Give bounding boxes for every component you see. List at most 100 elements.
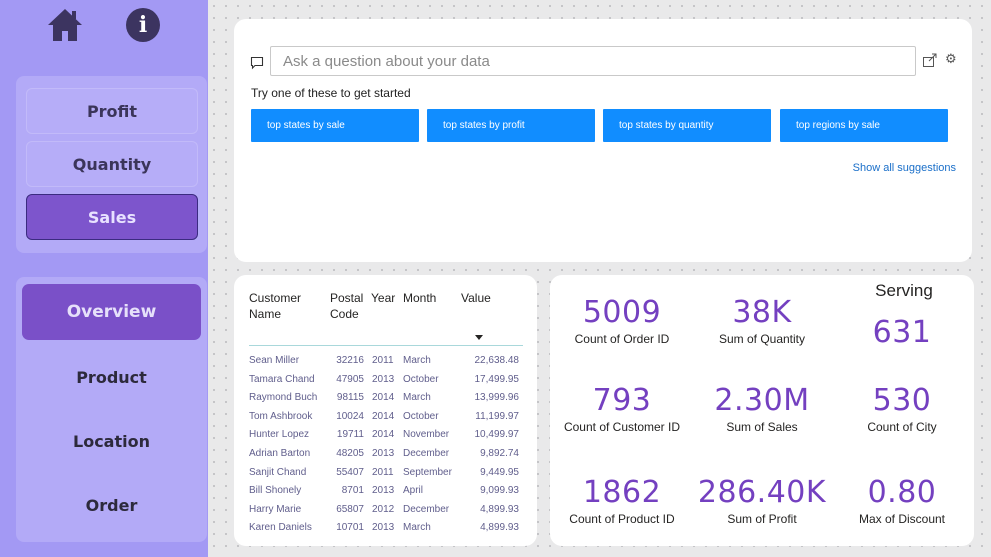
- kpi-card: 286.40K Sum of Profit: [692, 475, 832, 526]
- cell-month: September: [403, 466, 452, 478]
- cell-postal-code: 32216: [336, 355, 364, 366]
- kpi-card: 5009 Count of Order ID: [552, 295, 692, 346]
- kpi-label: Count of Order ID: [574, 332, 670, 346]
- kpi-card: 793 Count of Customer ID: [552, 383, 692, 434]
- cell-year: 2014: [372, 410, 395, 422]
- cell-month: October: [403, 410, 439, 422]
- sort-descending-icon[interactable]: [475, 335, 483, 340]
- cell-year: 2013: [372, 448, 395, 459]
- sales-button[interactable]: Sales: [26, 194, 198, 240]
- cell-year: 2013: [372, 373, 395, 385]
- nav-product-button[interactable]: Product: [22, 349, 201, 405]
- suggestion-button[interactable]: top states by profit: [427, 109, 595, 142]
- cell-value: 9,099.93: [480, 485, 519, 497]
- qa-question-input[interactable]: Ask a question about your data: [270, 46, 916, 76]
- cell-postal-code: 47905: [336, 373, 364, 385]
- nav-overview-button[interactable]: Overview: [22, 284, 201, 340]
- kpi-value: 286.40K: [697, 475, 827, 510]
- cell-value: 17,499.95: [474, 373, 520, 385]
- column-header-customer-name[interactable]: Customer Name: [249, 290, 301, 322]
- cell-value: 9,449.95: [480, 466, 519, 478]
- chat-icon: [250, 56, 264, 70]
- cell-postal-code: 19711: [336, 429, 364, 441]
- table-row[interactable]: Tamara Chand 47905 2013 October 17,499.95: [249, 374, 523, 392]
- cell-customer-name: Adrian Barton: [249, 448, 311, 459]
- cell-postal-code: 48205: [336, 448, 364, 459]
- kpi-value: 530: [872, 383, 932, 418]
- cell-customer-name: Tom Ashbrook: [249, 410, 313, 422]
- suggestion-button[interactable]: top states by sale: [251, 109, 419, 142]
- profit-button[interactable]: Profit: [26, 88, 198, 134]
- column-header-postal-code[interactable]: Postal Code: [330, 290, 363, 322]
- cell-customer-name: Karen Daniels: [249, 522, 312, 534]
- column-header-year[interactable]: Year: [371, 290, 395, 306]
- cell-year: 2011: [372, 466, 394, 478]
- table-row[interactable]: Hunter Lopez 19711 2014 November 10,499.97: [249, 429, 523, 447]
- cell-month: October: [403, 373, 439, 385]
- table-row[interactable]: Tom Ashbrook 10024 2014 October 11,199.97: [249, 411, 523, 429]
- gear-icon[interactable]: ⚙: [945, 52, 957, 68]
- kpi-card: 1862 Count of Product ID: [552, 475, 692, 526]
- cell-year: 2013: [372, 485, 395, 497]
- cell-value: 4,899.93: [480, 522, 519, 534]
- cell-year: 2013: [372, 522, 395, 534]
- cell-customer-name: Sanjit Chand: [249, 466, 307, 478]
- table-row[interactable]: Sean Miller 32216 2011 March 22,638.48: [249, 355, 523, 373]
- cell-customer-name: Hunter Lopez: [249, 429, 310, 441]
- share-icon[interactable]: [922, 52, 938, 68]
- cell-year: 2011: [372, 355, 394, 366]
- sidebar: i Profit Quantity Sales Overview Product…: [0, 0, 208, 557]
- show-all-suggestions-link[interactable]: Show all suggestions: [853, 162, 956, 174]
- column-header-value[interactable]: Value: [461, 290, 491, 306]
- home-icon[interactable]: [46, 6, 84, 44]
- qa-prompt-text: Try one of these to get started: [251, 86, 411, 100]
- cell-year: 2012: [372, 503, 395, 515]
- cell-customer-name: Tamara Chand: [249, 373, 315, 385]
- kpi-card: 2.30M Sum of Sales: [692, 383, 832, 434]
- cell-customer-name: Bill Shonely: [249, 485, 302, 497]
- table-row[interactable]: Sanjit Chand 55407 2011 September 9,449.95: [249, 467, 523, 485]
- cell-month: November: [403, 429, 450, 441]
- nav-order-button[interactable]: Order: [22, 477, 201, 533]
- table-row[interactable]: Raymond Buch 98115 2014 March 13,999.96: [249, 392, 523, 410]
- table-row[interactable]: Harry Marie 65807 2012 December 4,899.93: [249, 504, 523, 522]
- nav-location-button[interactable]: Location: [22, 413, 201, 469]
- column-header-month[interactable]: Month: [403, 290, 436, 306]
- table-row[interactable]: Bill Shonely 8701 2013 April 9,099.93: [249, 485, 523, 503]
- qa-visual: Ask a question about your data ⚙ Try one…: [234, 19, 972, 262]
- page-navigation-panel: Overview Product Location Order: [16, 277, 207, 542]
- kpi-card: 38K Sum of Quantity: [692, 295, 832, 346]
- table-row[interactable]: Adrian Barton 48205 2013 December 9,892.74: [249, 448, 523, 466]
- cell-month: April: [403, 485, 424, 497]
- kpi-label: Sum of Profit: [727, 512, 797, 526]
- kpi-value: 5009: [582, 295, 662, 330]
- info-icon[interactable]: i: [126, 8, 160, 42]
- kpi-value: 2.30M: [714, 383, 810, 418]
- kpi-value: 631: [872, 315, 932, 350]
- kpi-card: 0.80 Max of Discount: [832, 475, 972, 526]
- serving-title: Serving: [875, 281, 933, 300]
- kpi-label: Count of Product ID: [569, 512, 675, 526]
- suggestion-button[interactable]: top regions by sale: [780, 109, 948, 142]
- header-divider: [249, 345, 523, 346]
- cell-postal-code: 10701: [336, 522, 364, 534]
- kpi-value: 38K: [732, 295, 792, 330]
- kpi-card: 631: [832, 315, 972, 352]
- kpi-label: Count of City: [867, 420, 937, 434]
- table-row[interactable]: Karen Daniels 10701 2013 March 4,899.93: [249, 522, 523, 540]
- cell-year: 2014: [372, 429, 395, 441]
- kpi-value: 1862: [582, 475, 662, 510]
- report-canvas: Ask a question about your data ⚙ Try one…: [208, 0, 991, 557]
- suggestion-button[interactable]: top states by quantity: [603, 109, 771, 142]
- cell-postal-code: 98115: [336, 392, 364, 404]
- quantity-button[interactable]: Quantity: [26, 141, 198, 187]
- cell-value: 13,999.96: [474, 392, 520, 404]
- cell-month: March: [403, 522, 431, 534]
- cell-value: 4,899.93: [480, 503, 519, 515]
- cell-postal-code: 8701: [341, 485, 364, 497]
- kpi-value: 793: [592, 383, 652, 418]
- cell-month: March: [403, 392, 431, 404]
- cell-value: 9,892.74: [480, 448, 519, 459]
- cell-customer-name: Sean Miller: [249, 355, 300, 366]
- cell-month: March: [403, 355, 431, 366]
